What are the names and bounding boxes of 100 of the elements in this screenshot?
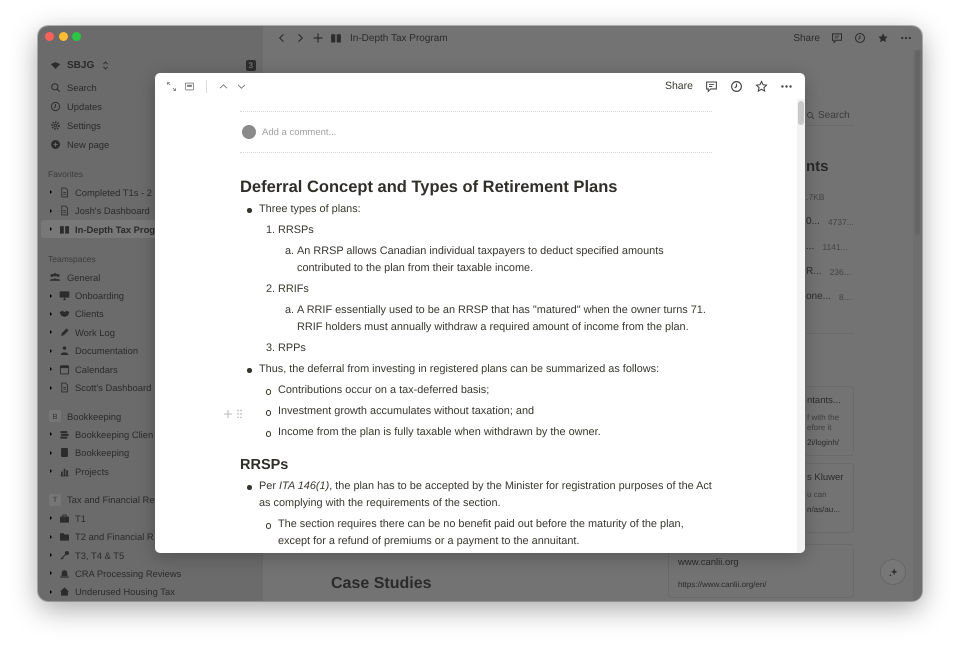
page-heading: Case Studies xyxy=(330,575,432,594)
panel-heading: nts xyxy=(806,158,828,175)
bullet-icon xyxy=(266,431,272,436)
document-icon xyxy=(59,186,70,198)
count-badge: 3 xyxy=(246,60,256,71)
key-icon xyxy=(59,550,70,560)
assistant-button[interactable] xyxy=(880,559,906,585)
file-name[interactable]: 0... xyxy=(806,216,820,227)
sidebar-item[interactable]: Search xyxy=(38,78,263,97)
sidebar-item[interactable]: Bookkeeping Clien xyxy=(41,425,259,444)
card-title: www.canlii.org xyxy=(678,557,740,568)
stack-icon xyxy=(59,428,70,440)
section-heading: Deferral Concept and Types of Retirement Plans xyxy=(240,177,618,198)
card-url: 2i/loginh/ xyxy=(807,438,840,447)
new-page-icon xyxy=(50,138,61,150)
star-icon[interactable] xyxy=(877,32,889,44)
book-icon xyxy=(59,224,70,235)
sidebar-item[interactable]: Josh's Dashboard xyxy=(41,202,259,220)
sidebar-item[interactable]: Updates xyxy=(38,96,263,116)
list-number: 3. xyxy=(265,341,276,356)
chevron-icon xyxy=(47,206,55,215)
list-item-text: Three types of plans: xyxy=(259,202,361,217)
gear-icon xyxy=(50,120,61,131)
chevron-icon xyxy=(47,384,55,392)
sidebar-item[interactable]: T3, T4 & T5 xyxy=(41,546,259,564)
sidebar-item[interactable]: Settings xyxy=(38,116,263,135)
bullet-icon xyxy=(247,208,252,212)
chevron-icon xyxy=(47,551,55,559)
expand-icon[interactable] xyxy=(166,80,177,92)
list-item-text: A RRIF essentially used to be an RRSP that has "matured" when the owner turns 71. RRIF holders must annually withdraw a required amount of income from the plan. xyxy=(297,303,707,335)
chevron-icon xyxy=(47,225,55,234)
sidebar-item[interactable]: New page xyxy=(38,134,263,154)
folder-icon xyxy=(59,531,70,542)
share-button[interactable]: Share xyxy=(793,32,820,44)
list-item-text: RRSPs xyxy=(278,223,314,238)
zoom-button[interactable] xyxy=(72,32,81,42)
card-title: ntants... xyxy=(807,395,842,406)
bullet-icon xyxy=(266,523,272,528)
list-item-text: Investment growth accumulates without taxation; and xyxy=(278,404,534,419)
sidebar-item[interactable]: Underused Housing Tax xyxy=(41,582,259,601)
monitor-icon xyxy=(59,290,70,302)
chevron-icon xyxy=(47,346,55,355)
chevron-icon xyxy=(47,310,55,318)
sidebar-item[interactable]: CRA Processing Reviews xyxy=(41,564,259,583)
chevron-icon xyxy=(47,569,55,578)
person-icon xyxy=(59,345,70,356)
minimize-button[interactable] xyxy=(58,32,68,42)
file-name[interactable]: one... xyxy=(806,291,832,302)
card-url: https://www.canlii.org/en/ xyxy=(678,580,768,589)
list-item-text: RRIFs xyxy=(278,282,309,297)
chevron-icon xyxy=(47,514,55,522)
list-item-text: Contributions occur on a tax-deferred basis; xyxy=(278,383,490,398)
card-url: n/as/au... xyxy=(807,505,841,514)
sidebar-item[interactable]: Work Log xyxy=(41,323,259,342)
chevron-icon xyxy=(47,532,55,541)
close-button[interactable] xyxy=(45,32,54,42)
chevron-icon xyxy=(47,365,55,374)
sidebar-item[interactable]: Clients xyxy=(41,304,259,324)
workspace-name[interactable]: SBJG xyxy=(67,60,94,71)
chevron-icon xyxy=(47,328,55,336)
clock-icon[interactable] xyxy=(730,80,743,92)
workspace-logo-icon xyxy=(50,60,61,71)
sidebar-item[interactable]: Calendars xyxy=(41,360,259,378)
scrollbar[interactable] xyxy=(913,50,922,601)
star-icon[interactable] xyxy=(755,80,768,92)
comment-icon[interactable] xyxy=(705,80,718,92)
sidebar-item[interactable]: Documentation xyxy=(41,342,259,360)
avatar xyxy=(242,125,256,139)
sidebar-item[interactable]: T1 xyxy=(41,508,259,528)
chevron-icon xyxy=(47,292,55,300)
search-button[interactable]: Search xyxy=(806,105,850,125)
hands-icon xyxy=(59,308,70,320)
share-button[interactable]: Share xyxy=(664,80,693,92)
section-heading: RRSPs xyxy=(240,456,290,475)
breadcrumb[interactable]: In-Depth Tax Program xyxy=(350,32,448,44)
notebook-icon xyxy=(59,447,70,458)
list-number: 1. xyxy=(265,223,276,238)
chevron-icon xyxy=(47,467,55,476)
list-number: a. xyxy=(284,303,296,318)
file-name[interactable]: R... xyxy=(806,266,822,277)
chevron-icon xyxy=(47,588,55,596)
bullet-icon xyxy=(247,485,252,490)
teamspace-item[interactable]: General xyxy=(38,268,263,286)
file-name[interactable]: ... xyxy=(806,241,814,252)
bullet-icon xyxy=(266,389,272,394)
bell-icon xyxy=(59,568,70,579)
sidebar-item[interactable]: Onboarding xyxy=(41,286,259,305)
book-icon xyxy=(330,32,342,44)
side-peek-icon[interactable] xyxy=(184,80,195,92)
comment-field[interactable]: Add a comment... xyxy=(262,126,562,138)
document-icon xyxy=(59,382,70,394)
scrollbar[interactable] xyxy=(797,99,805,553)
search-icon xyxy=(806,110,815,120)
list-number: a. xyxy=(284,244,296,259)
pencil-icon xyxy=(59,326,70,338)
sidebar-item[interactable]: Scott's Dashboard xyxy=(41,378,259,397)
plus-icon[interactable] xyxy=(312,32,324,44)
document-icon xyxy=(59,205,70,216)
sidebar-item[interactable]: T2 and Financial R xyxy=(41,527,259,546)
briefcase-icon xyxy=(59,512,70,524)
